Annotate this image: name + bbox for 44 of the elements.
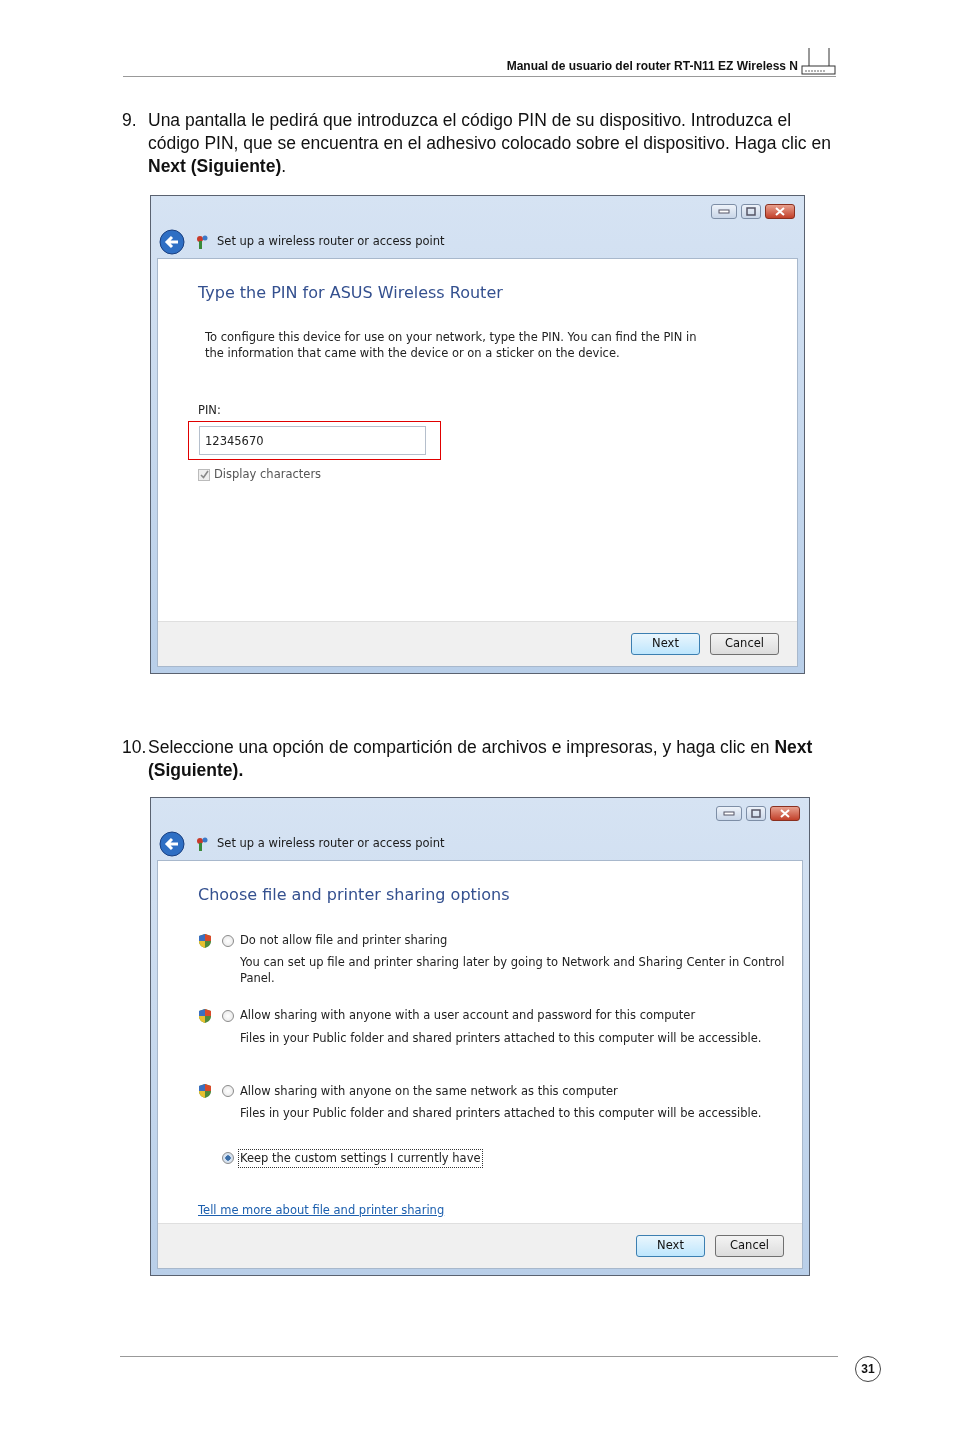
maximize-icon — [751, 808, 761, 818]
option-description: Files in your Public folder and shared printers attached to this computer will be accessible. — [239, 1104, 763, 1121]
close-button[interactable] — [765, 203, 795, 219]
minimize-icon — [723, 809, 735, 817]
pin-field[interactable]: 12345670 — [199, 426, 426, 456]
header-title: Manual de usuario del router RT-N11 EZ Wireless N — [506, 60, 798, 75]
option-description: Files in your Public folder and shared printers attached to this computer will be accessible. — [239, 1029, 763, 1046]
minimize-button[interactable] — [711, 203, 737, 219]
back-button[interactable] — [159, 831, 185, 857]
option-label[interactable]: Allow sharing with anyone on the same network as this computer — [238, 1081, 620, 1101]
dialog-title: Set up a wireless router or access point — [217, 233, 445, 251]
help-link[interactable]: Tell me more about file and printer sharing — [198, 1202, 445, 1220]
maximize-icon — [746, 206, 756, 216]
close-icon — [780, 808, 790, 818]
back-button[interactable] — [159, 229, 185, 255]
option-description: You can set up file and printer sharing later by going to Network and Sharing Center in Control Panel. — [239, 954, 786, 987]
option-label[interactable]: Keep the custom settings I currently have — [238, 1148, 483, 1168]
radio-button[interactable] — [222, 1085, 234, 1098]
minimize-icon — [718, 207, 730, 215]
wizard-button[interactable]: Cancel — [710, 633, 779, 655]
maximize-button[interactable] — [741, 203, 761, 219]
instruction-text: To configure this device for use on your network, type the PIN. You can find the PIN in the information that came with the device or on a sticker on the device. — [204, 329, 698, 361]
step-number: 9. — [122, 109, 138, 132]
wizard-button[interactable]: Next — [631, 633, 700, 655]
wizard-button[interactable]: Next — [636, 1235, 705, 1257]
step-text: Seleccione una opción de compartición de archivos e impresoras, y haga clic en Next (Siguiente). — [148, 736, 814, 782]
step-text: Una pantalla le pedirá que introduzca el código PIN de su dispositivo. Introduzca el código PIN, que se encuentra en el adhesivo colocado sobre el dispositivo. Haga clic en Next (Siguiente). — [148, 109, 832, 178]
radio-button[interactable] — [222, 1152, 234, 1165]
option-label[interactable]: Do not allow file and printer sharing — [238, 931, 450, 951]
close-button[interactable] — [770, 805, 800, 821]
dialog-heading: Choose file and printer sharing options — [198, 884, 511, 906]
step-number: 10. — [122, 736, 148, 759]
radio-button[interactable] — [222, 934, 234, 947]
option-label[interactable]: Allow sharing with anyone with a user account and password for this computer — [238, 1006, 698, 1026]
router-icon — [801, 48, 836, 76]
dialog-title: Set up a wireless router or access point — [217, 835, 445, 853]
maximize-button[interactable] — [746, 805, 766, 821]
pin-label: PIN: — [198, 402, 222, 419]
wizard-button[interactable]: Cancel — [715, 1235, 784, 1257]
close-icon — [775, 206, 785, 216]
dialog-heading: Type the PIN for ASUS Wireless Router — [198, 282, 504, 304]
minimize-button[interactable] — [716, 805, 742, 821]
checkbox-label: Display characters — [214, 466, 322, 484]
radio-button[interactable] — [222, 1009, 234, 1022]
